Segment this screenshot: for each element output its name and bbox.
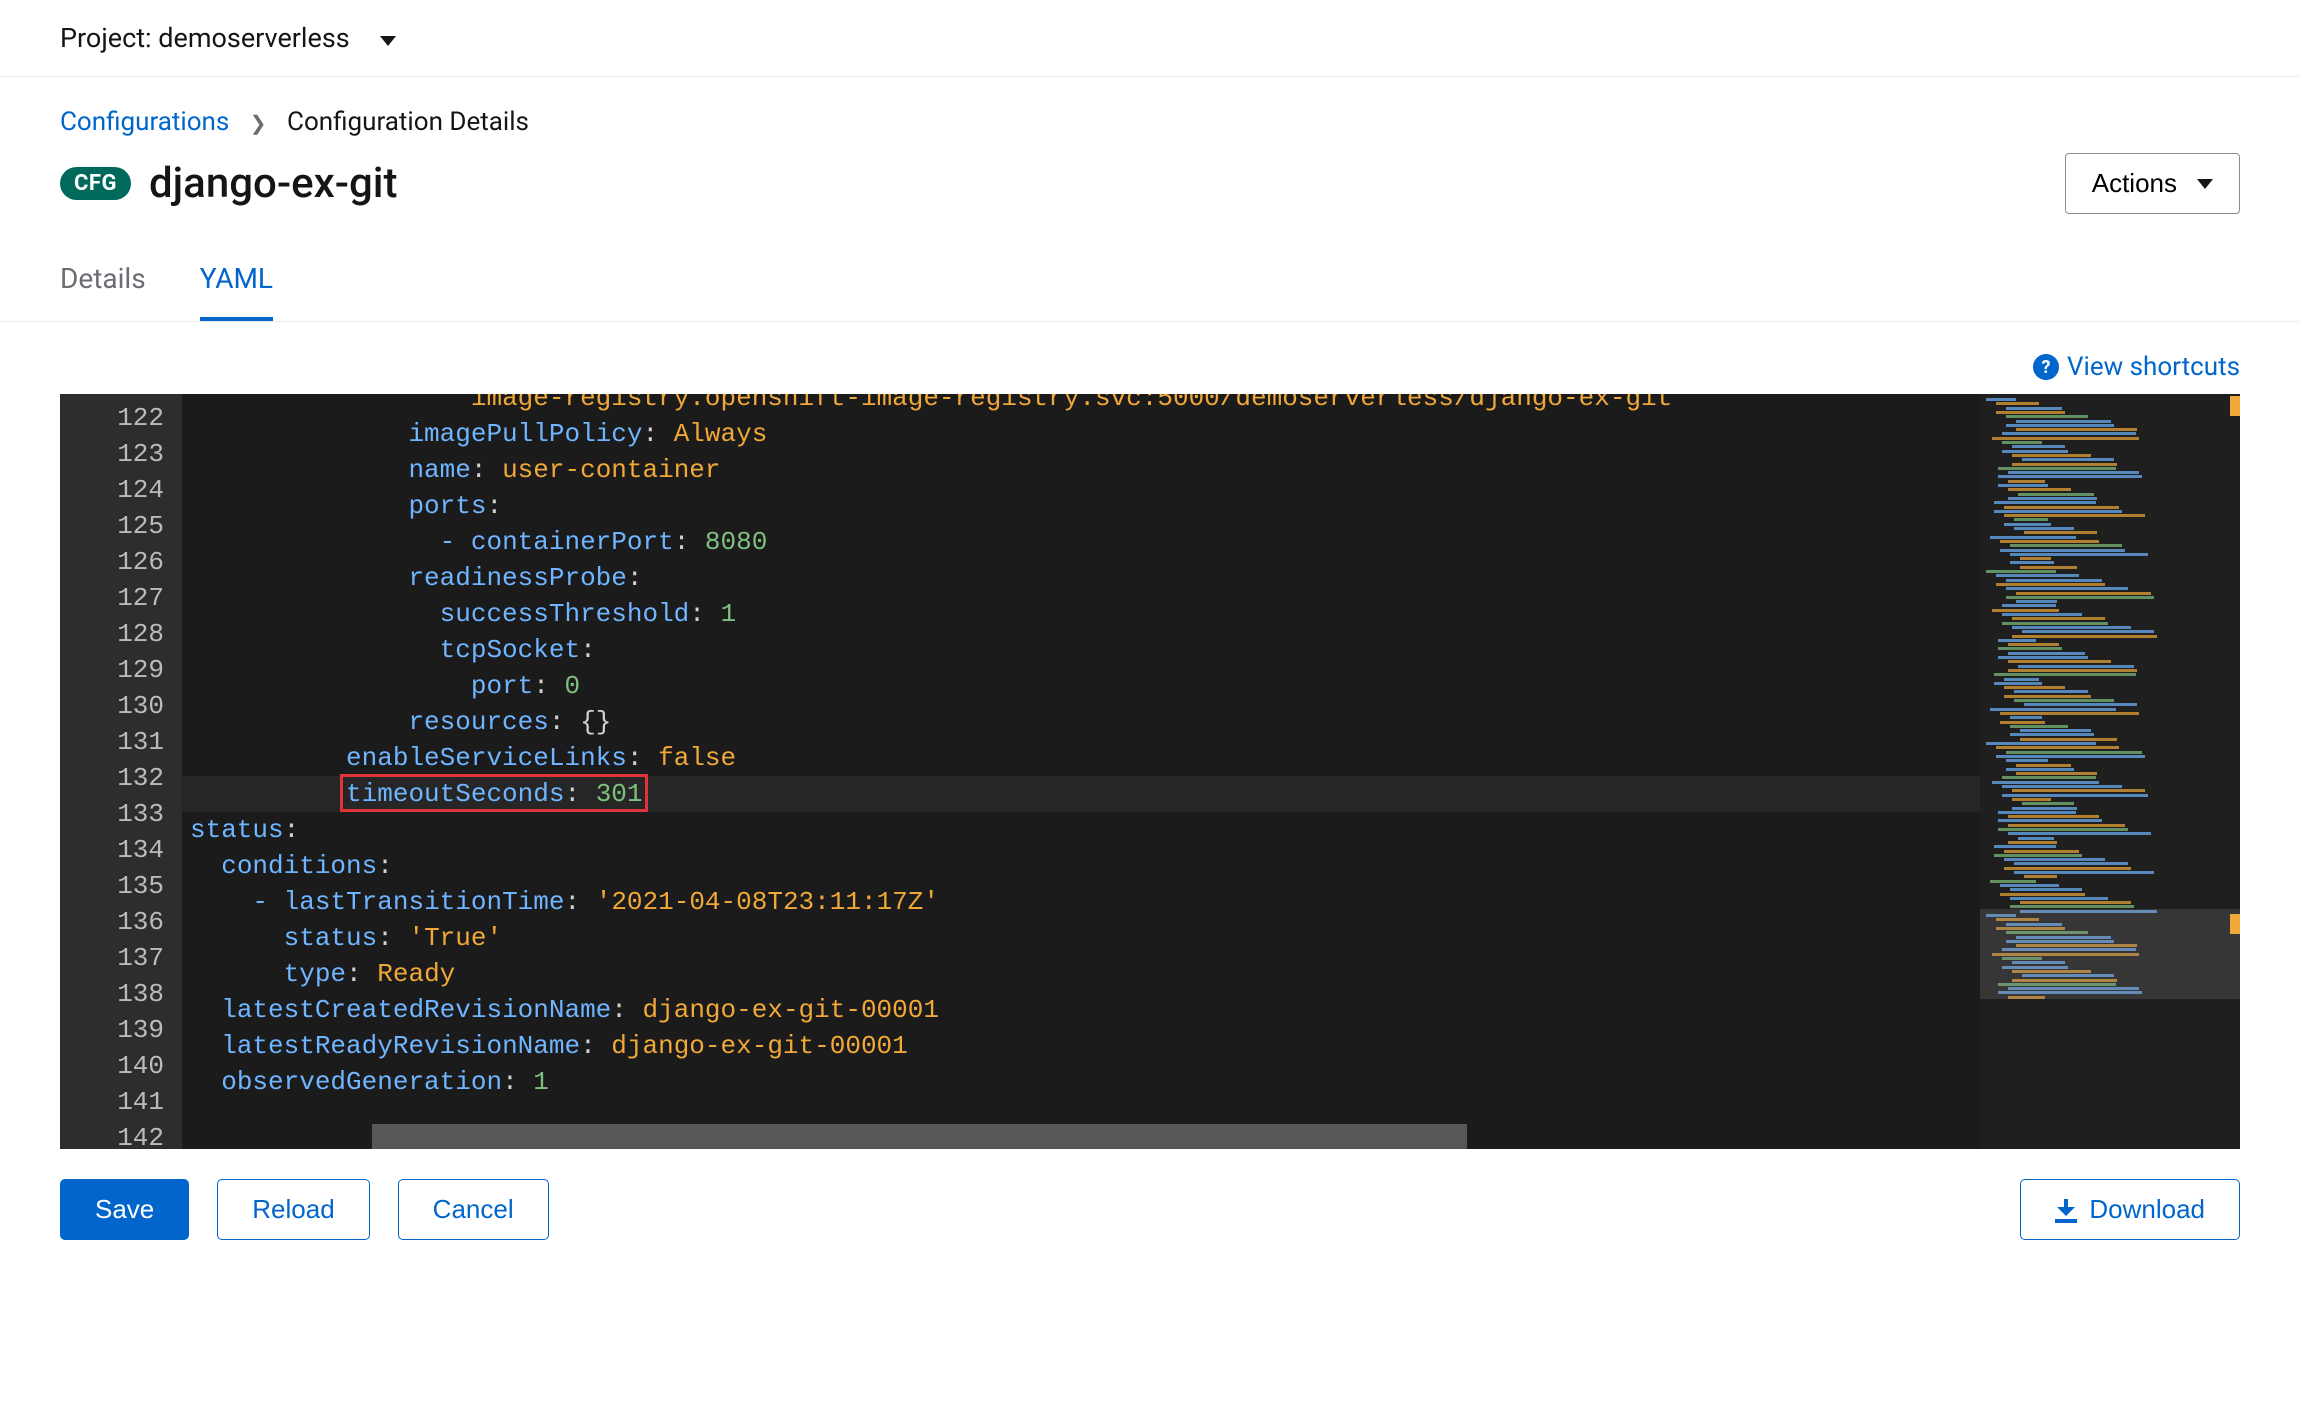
- code-line[interactable]: enableServiceLinks: false: [182, 740, 1980, 776]
- help-icon: ?: [2033, 354, 2059, 380]
- code-line[interactable]: status:: [182, 812, 1980, 848]
- yaml-editor[interactable]: 1221231241251261271281291301311321331341…: [60, 394, 2240, 1149]
- code-line[interactable]: image-registry.openshift-image-registry.…: [182, 394, 1980, 416]
- line-gutter: 1221231241251261271281291301311321331341…: [60, 394, 182, 1149]
- code-line[interactable]: latestReadyRevisionName: django-ex-git-0…: [182, 1028, 1980, 1064]
- code-line[interactable]: timeoutSeconds: 301: [182, 776, 1980, 812]
- breadcrumb: Configurations ❯ Configuration Details: [0, 77, 2300, 137]
- code-line[interactable]: port: 0: [182, 668, 1980, 704]
- code-line[interactable]: tcpSocket:: [182, 632, 1980, 668]
- chevron-right-icon: ❯: [250, 111, 267, 135]
- page-title: django-ex-git: [149, 159, 398, 208]
- code-line[interactable]: successThreshold: 1: [182, 596, 1980, 632]
- caret-down-icon: [2197, 173, 2213, 194]
- code-line[interactable]: - containerPort: 8080: [182, 524, 1980, 560]
- horizontal-scrollbar[interactable]: [372, 1124, 1467, 1149]
- download-button[interactable]: Download: [2020, 1179, 2240, 1240]
- code-line[interactable]: status: 'True': [182, 920, 1980, 956]
- download-label: Download: [2089, 1194, 2205, 1225]
- tab-details[interactable]: Details: [60, 244, 146, 321]
- code-line[interactable]: conditions:: [182, 848, 1980, 884]
- code-line[interactable]: name: user-container: [182, 452, 1980, 488]
- project-selector[interactable]: Project: demoserverless: [0, 0, 2300, 77]
- shortcuts-label: View shortcuts: [2067, 352, 2240, 382]
- resource-badge: CFG: [60, 167, 131, 200]
- code-line[interactable]: type: Ready: [182, 956, 1980, 992]
- code-line[interactable]: imagePullPolicy: Always: [182, 416, 1980, 452]
- minimap[interactable]: [1980, 394, 2240, 1149]
- download-icon: [2055, 1199, 2077, 1221]
- view-shortcuts-link[interactable]: ? View shortcuts: [2033, 352, 2240, 382]
- code-line[interactable]: - lastTransitionTime: '2021-04-08T23:11:…: [182, 884, 1980, 920]
- caret-down-icon: [380, 23, 396, 53]
- breadcrumb-configurations[interactable]: Configurations: [60, 107, 229, 137]
- tab-yaml[interactable]: YAML: [200, 244, 273, 321]
- tabs: Details YAML: [0, 244, 2300, 322]
- code-line[interactable]: readinessProbe:: [182, 560, 1980, 596]
- cancel-button[interactable]: Cancel: [398, 1179, 549, 1240]
- code-line[interactable]: latestCreatedRevisionName: django-ex-git…: [182, 992, 1980, 1028]
- actions-dropdown[interactable]: Actions: [2065, 153, 2240, 214]
- code-line[interactable]: ports:: [182, 488, 1980, 524]
- code-line[interactable]: resources: {}: [182, 704, 1980, 740]
- actions-label: Actions: [2092, 168, 2177, 199]
- save-button[interactable]: Save: [60, 1179, 189, 1240]
- code-area[interactable]: image-registry.openshift-image-registry.…: [182, 394, 1980, 1149]
- project-label: Project: demoserverless: [60, 22, 350, 54]
- breadcrumb-current: Configuration Details: [287, 107, 529, 137]
- reload-button[interactable]: Reload: [217, 1179, 369, 1240]
- code-line[interactable]: observedGeneration: 1: [182, 1064, 1980, 1100]
